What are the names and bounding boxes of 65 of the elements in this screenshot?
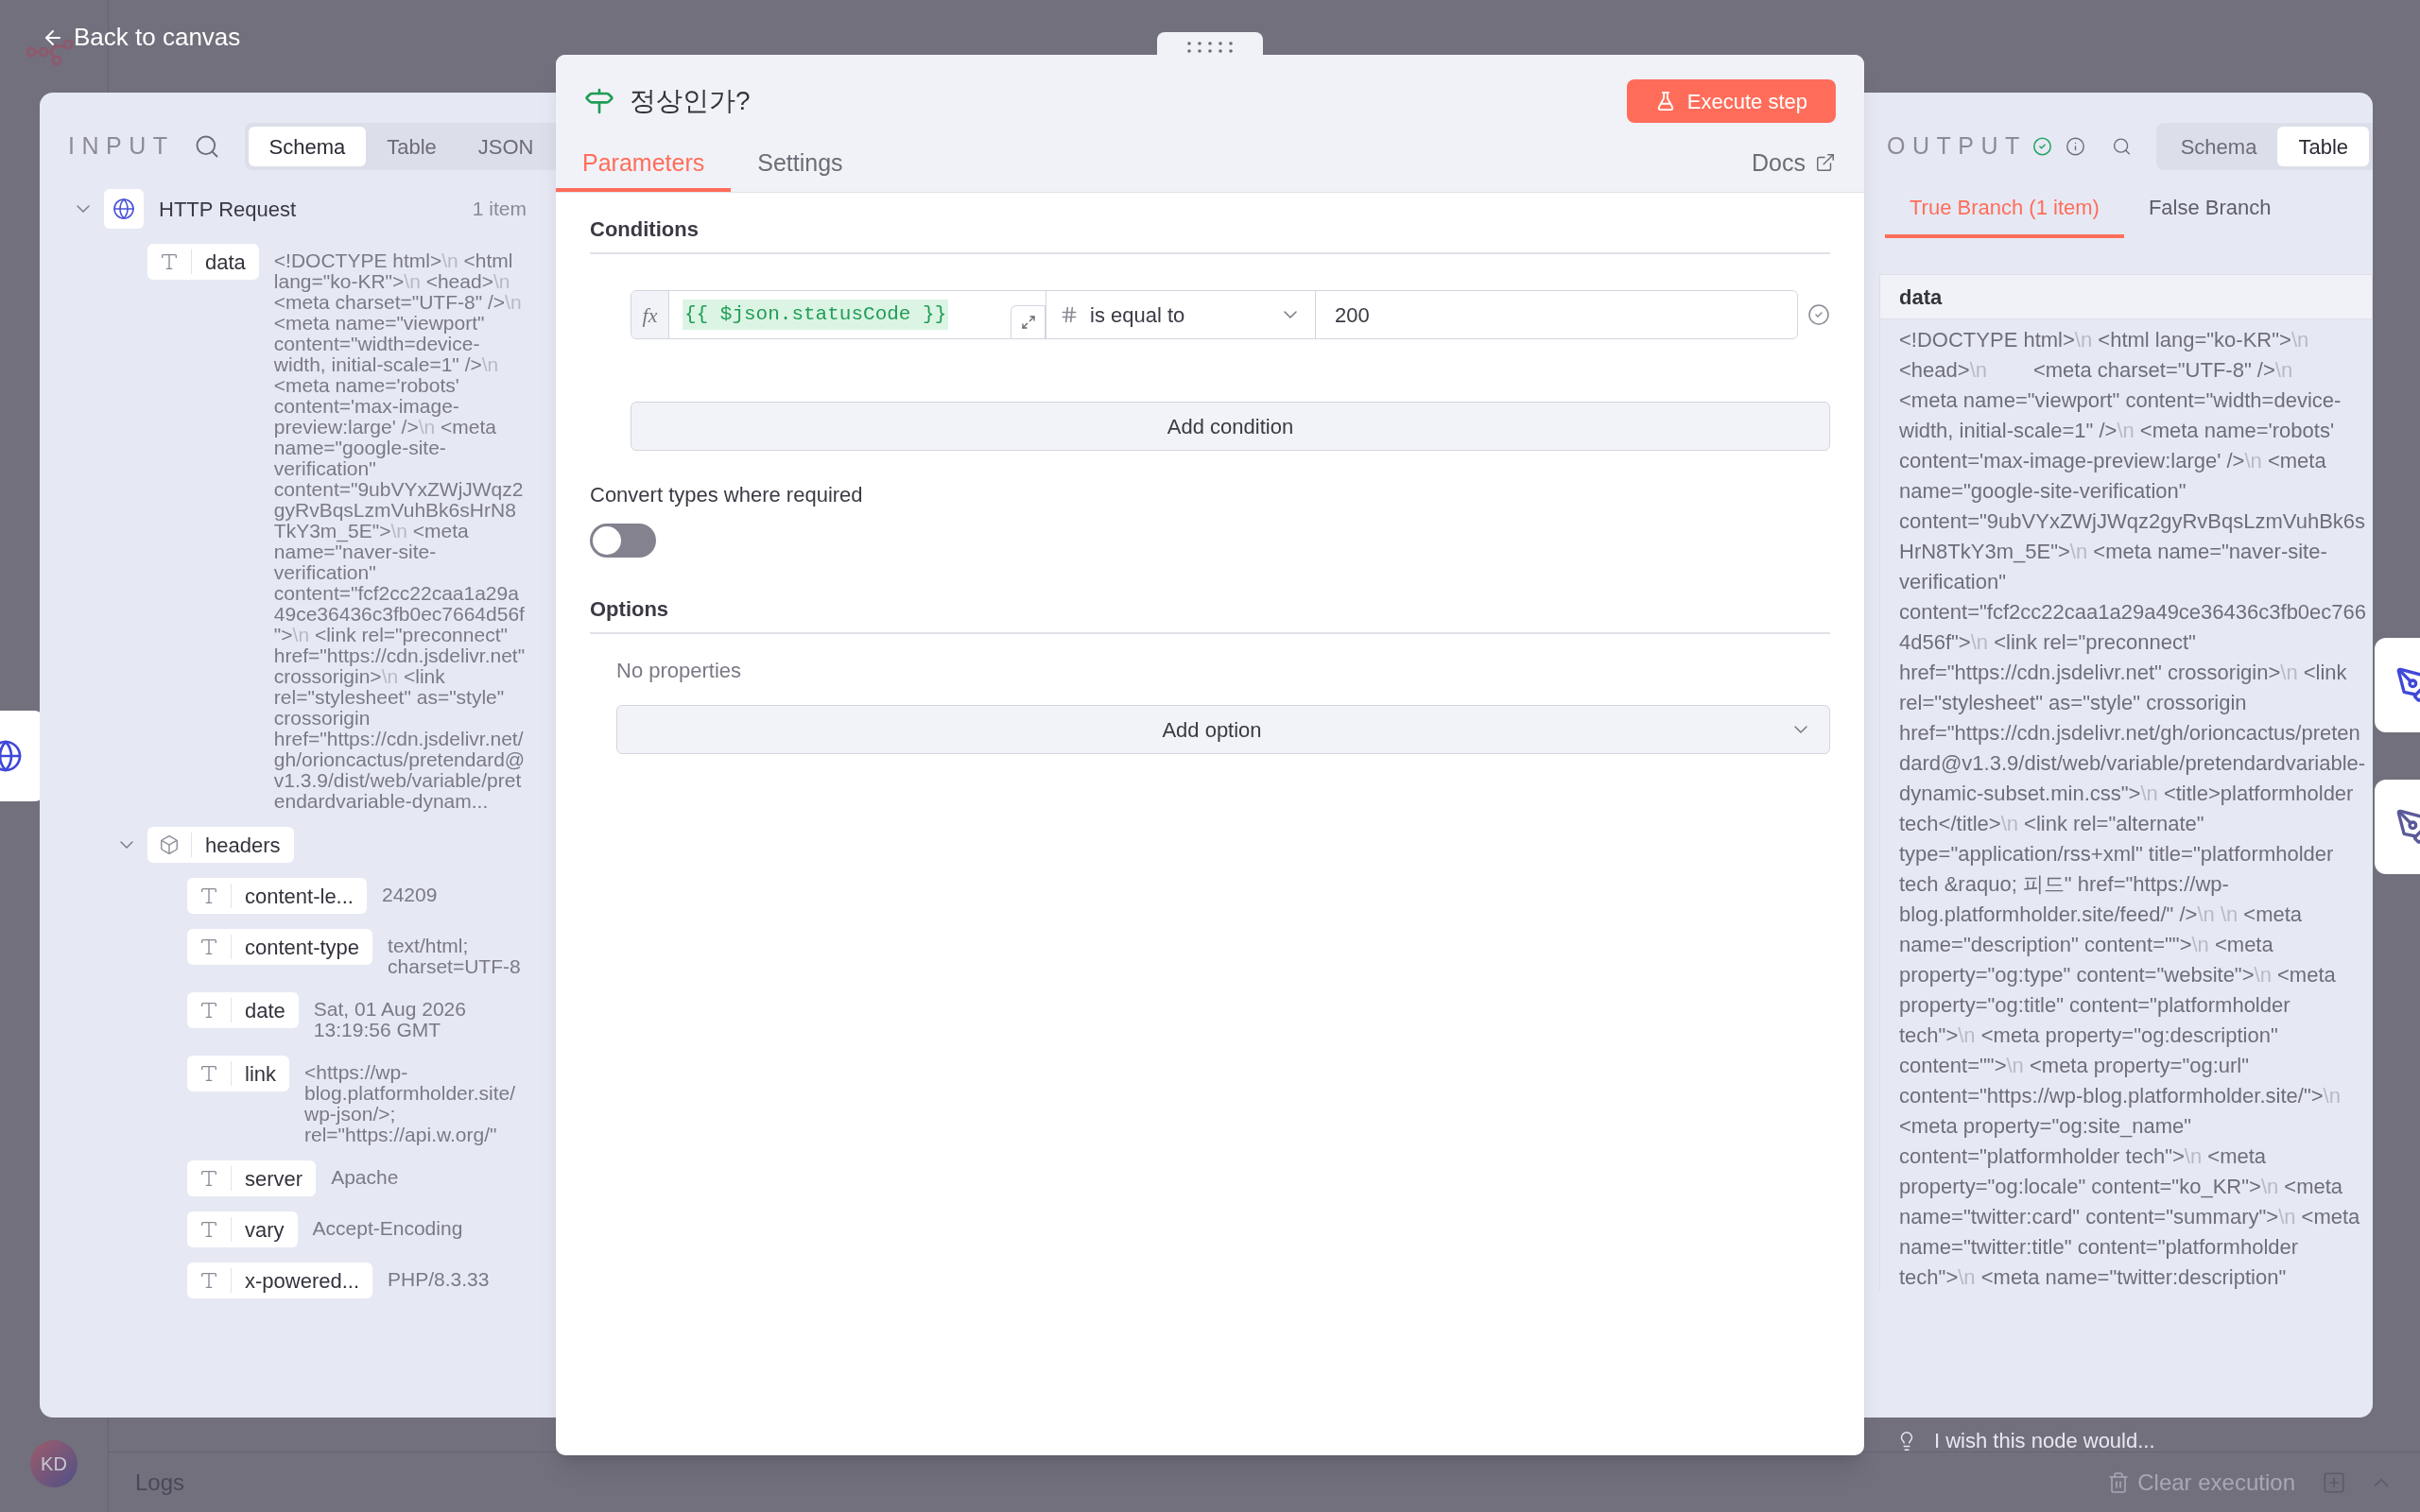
field-key: content-le...	[232, 880, 367, 912]
globe-icon	[112, 198, 135, 220]
branch-tab[interactable]: False Branch	[2123, 192, 2296, 238]
operator-select[interactable]: is equal to	[1046, 291, 1315, 338]
field-value: Sat, 01 Aug 2026 13:19:56 GMT	[313, 997, 467, 1040]
panel-title: INPUT	[68, 131, 175, 162]
feedback-link[interactable]: I wish this node would...	[1896, 1425, 2155, 1456]
field-key: data	[192, 246, 259, 278]
expand-button[interactable]	[1011, 305, 1046, 339]
text-type-icon	[199, 936, 219, 957]
view-tab[interactable]: Table	[2277, 127, 2369, 166]
field-value: Accept-Encoding	[312, 1216, 464, 1239]
editor-tab[interactable]: Settings	[731, 145, 870, 192]
field-key: content-type	[232, 931, 373, 963]
number-type-icon	[1060, 305, 1079, 324]
text-type-icon	[199, 1270, 219, 1291]
add-option-select[interactable]: Add option	[616, 705, 1830, 754]
field-value: text/html; charset=UTF-8	[388, 934, 522, 977]
grip-icon	[1185, 42, 1235, 53]
trash-icon	[2107, 1470, 2131, 1494]
text-type-icon	[199, 885, 219, 906]
field-key: headers	[192, 829, 294, 861]
docs-link[interactable]: Docs	[1752, 145, 1836, 192]
node-title: 정상인가?	[630, 85, 751, 117]
logo-icon	[26, 38, 74, 66]
add-condition-button[interactable]: Add condition	[631, 402, 1830, 451]
text-type-icon	[159, 251, 180, 272]
field-value: PHP/8.3.33	[388, 1267, 491, 1290]
toggle-switch[interactable]	[590, 524, 656, 558]
user-avatar[interactable]: KD	[30, 1440, 78, 1487]
field-value: 24209	[381, 883, 439, 905]
text-type-icon	[199, 1168, 219, 1189]
expression-field[interactable]: {{ $json.statusCode }}	[669, 291, 1046, 338]
column-header: data	[1879, 274, 2373, 319]
field-value: <https://wp-blog.platformholder.site/wp-json/>; rel="https://api.w.org/"	[304, 1060, 516, 1145]
empty-message: No properties	[616, 658, 743, 684]
back-to-canvas-link[interactable]: Back to canvas	[42, 19, 241, 56]
text-type-icon	[199, 1219, 219, 1240]
cube-icon	[159, 834, 180, 855]
node-name: HTTP Request	[159, 196, 297, 223]
panel-title: OUTPUT	[1887, 131, 2027, 162]
check-circle-icon	[1807, 303, 1830, 326]
field-value: Apache	[331, 1165, 400, 1188]
view-tab[interactable]: Schema	[2159, 127, 2278, 166]
field-key: x-powered...	[232, 1264, 373, 1297]
external-link-icon	[1815, 152, 1836, 174]
view-tab[interactable]: Schema	[248, 127, 367, 166]
text-type-icon	[199, 1000, 219, 1021]
section-heading: Conditions	[590, 214, 1830, 254]
section-heading: Options	[590, 593, 1830, 634]
expand-icon	[1020, 315, 1036, 330]
text-type-icon	[199, 1063, 219, 1084]
item-count: 1 item	[472, 197, 527, 222]
execute-step-button[interactable]: Execute step	[1626, 79, 1836, 123]
field-key: link	[232, 1057, 289, 1090]
field-key: vary	[232, 1213, 298, 1246]
editor-tab[interactable]: Parameters	[556, 145, 732, 192]
expression-marker: fx	[631, 291, 669, 338]
view-tab[interactable]: JSON	[457, 127, 555, 166]
field-key: date	[232, 994, 299, 1026]
value-field[interactable]: 200	[1315, 291, 1797, 338]
signpost-icon	[584, 86, 614, 116]
view-tab[interactable]: Table	[366, 127, 458, 166]
field-key: server	[232, 1162, 317, 1194]
setting-label: Convert types where required	[590, 482, 864, 508]
